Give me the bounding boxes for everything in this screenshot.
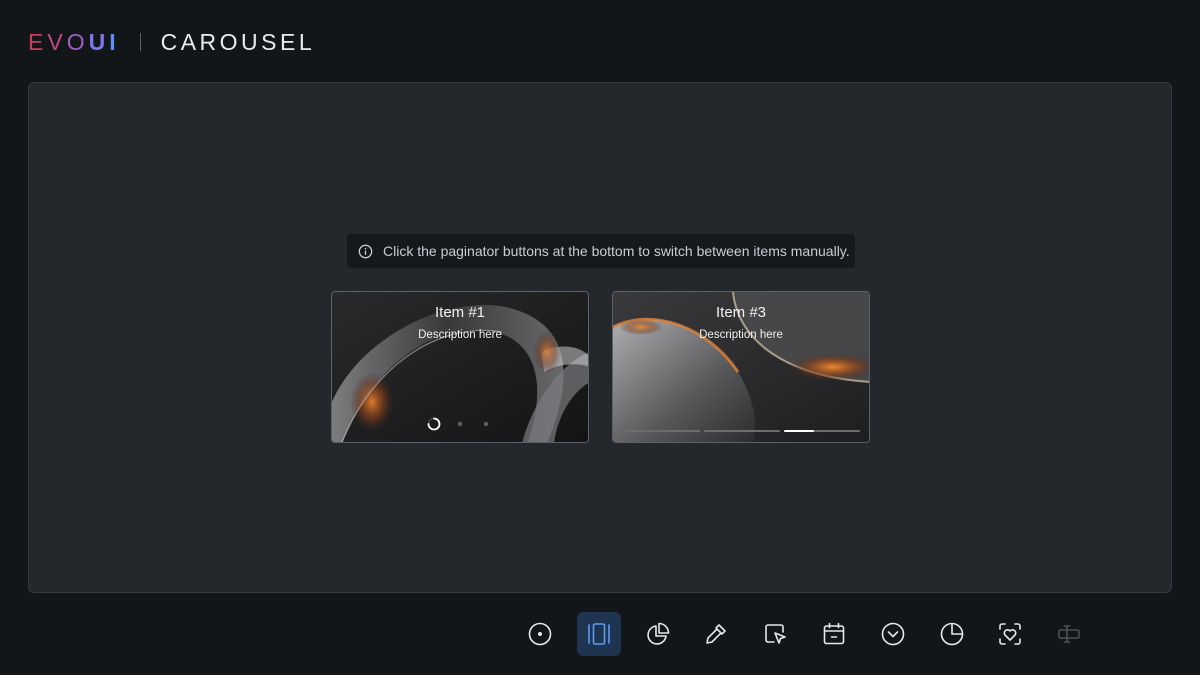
- dot-paginator: [426, 416, 496, 432]
- info-icon: [358, 244, 373, 259]
- paginator-dot[interactable]: [483, 421, 489, 427]
- header-divider: [139, 33, 141, 51]
- tool-heart-scan[interactable]: [988, 612, 1032, 656]
- paginator-bar-active[interactable]: [784, 430, 860, 432]
- tool-dropdown[interactable]: [871, 612, 915, 656]
- info-banner: Click the paginator buttons at the botto…: [347, 234, 855, 268]
- paginator-dot-active[interactable]: [427, 417, 441, 431]
- radio-icon: [528, 622, 552, 646]
- card-description: Description here: [699, 329, 783, 341]
- card-title: Item #1: [434, 304, 486, 321]
- tool-cursor-select[interactable]: [753, 612, 797, 656]
- info-text: Click the paginator buttons at the botto…: [383, 243, 850, 259]
- paginator-dot[interactable]: [457, 421, 463, 427]
- header: E V O U I CAROUSEL: [28, 28, 315, 56]
- brand-letter: V: [47, 28, 67, 55]
- demo-panel: Click the paginator buttons at the botto…: [28, 82, 1172, 593]
- chevron-down-circle-icon: [881, 622, 905, 646]
- brand-letter: I: [109, 28, 120, 55]
- brand-letter: O: [66, 28, 89, 55]
- brand-logo: E V O U I: [28, 28, 120, 55]
- paginator-bar[interactable]: [624, 430, 700, 432]
- carousel-card[interactable]: Item #3 Description here: [612, 291, 870, 443]
- tool-progress[interactable]: [930, 612, 974, 656]
- heart-scan-icon: [999, 623, 1022, 645]
- brand-letter: E: [28, 28, 48, 55]
- component-toolbar: [518, 612, 1106, 656]
- tool-radio[interactable]: [518, 612, 562, 656]
- tool-color-picker[interactable]: [694, 612, 738, 656]
- bar-paginator: [624, 430, 860, 433]
- page-title: CAROUSEL: [160, 28, 316, 55]
- tool-carousel[interactable]: [576, 612, 621, 656]
- brand-letter: U: [88, 28, 110, 55]
- paginator-bar[interactable]: [704, 430, 780, 432]
- carousel-icon: [587, 623, 610, 645]
- cursor-select-icon: [765, 624, 786, 644]
- color-picker-icon: [706, 624, 727, 644]
- card-title: Item #3: [715, 304, 767, 321]
- paginator-bar-fill: [784, 430, 815, 432]
- pie-chart-icon: [646, 622, 669, 645]
- tool-calendar[interactable]: [812, 612, 856, 656]
- carousel-card[interactable]: Item #1 Description here: [331, 291, 589, 443]
- text-input-icon: [1058, 625, 1080, 643]
- calendar-icon: [823, 622, 845, 645]
- card-description: Description here: [418, 329, 502, 341]
- half-circle-icon: [940, 622, 963, 646]
- tool-text-input[interactable]: [1047, 612, 1091, 656]
- tool-pie-chart[interactable]: [636, 612, 680, 656]
